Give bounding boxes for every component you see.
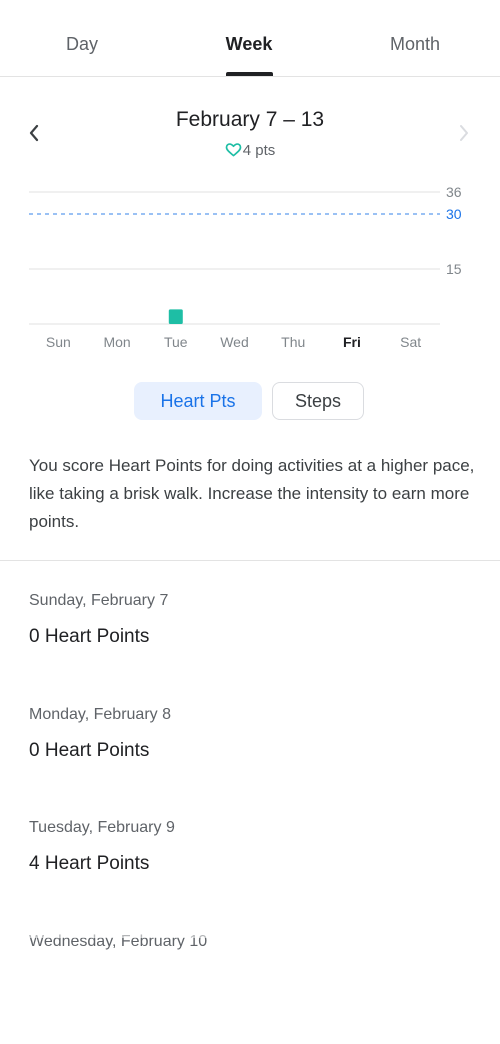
day-date: Monday, February 8	[29, 704, 479, 726]
list-item[interactable]: Monday, February 8 0 Heart Points	[29, 704, 479, 818]
list-item[interactable]: Tuesday, February 9 4 Heart Points	[29, 817, 479, 931]
y-tick-label: 30	[446, 206, 462, 222]
period-title: February 7 – 13	[0, 108, 500, 132]
scroll-fade	[0, 918, 500, 938]
tab-week[interactable]: Week	[226, 34, 273, 55]
list-item[interactable]: Sunday, February 7 0 Heart Points	[29, 590, 479, 704]
period-points: 4 pts	[0, 142, 500, 159]
day-date: Tuesday, February 9	[29, 817, 479, 839]
x-tick-label: Thu	[281, 334, 305, 350]
chart-bar-tue	[169, 309, 183, 324]
x-tick-label: Mon	[103, 334, 130, 350]
x-tick-label: Fri	[343, 334, 361, 350]
heart-points-chart: 36 30 15 Sun Mon Tue Wed Thu Fri Sat	[0, 175, 500, 360]
x-tick-label: Sun	[46, 334, 71, 350]
period-tabs: Day Week Month	[0, 0, 500, 77]
section-divider	[0, 560, 500, 561]
tab-month[interactable]: Month	[390, 34, 440, 55]
day-points: 4 Heart Points	[29, 852, 479, 876]
x-tick-label: Wed	[220, 334, 249, 350]
period-points-value: 4 pts	[243, 142, 276, 159]
active-tab-indicator	[226, 72, 273, 76]
day-date: Sunday, February 7	[29, 590, 479, 612]
day-points: 0 Heart Points	[29, 625, 479, 649]
y-tick-label: 15	[446, 261, 462, 277]
y-tick-label: 36	[446, 184, 462, 200]
heart-points-description: You score Heart Points for doing activit…	[29, 452, 479, 536]
x-tick-label: Sat	[400, 334, 421, 350]
day-points: 0 Heart Points	[29, 739, 479, 763]
heart-pts-toggle[interactable]: Heart Pts	[134, 382, 262, 420]
steps-toggle[interactable]: Steps	[272, 382, 364, 420]
heart-icon	[225, 143, 242, 157]
x-tick-label: Tue	[164, 334, 188, 350]
list-item[interactable]: Wednesday, February 10	[29, 931, 479, 1044]
tab-day[interactable]: Day	[66, 34, 98, 55]
daily-points-list: Sunday, February 7 0 Heart Points Monday…	[29, 590, 479, 1044]
